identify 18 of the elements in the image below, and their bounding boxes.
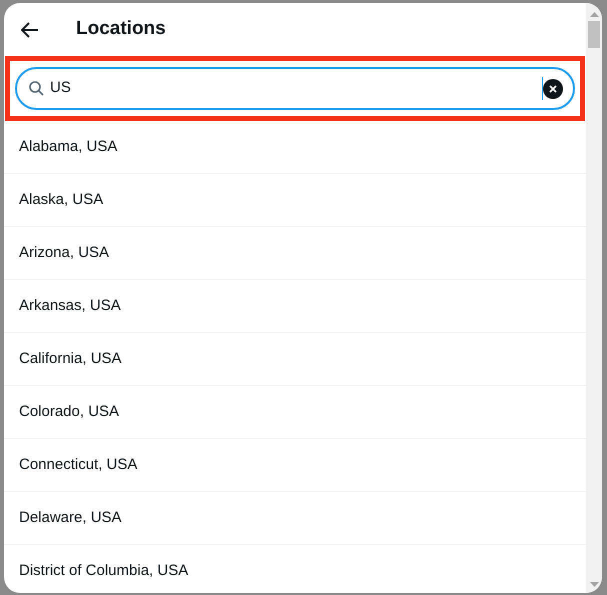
scroll-down-icon[interactable] xyxy=(590,582,598,587)
location-item[interactable]: Alabama, USA xyxy=(4,121,586,174)
scrollbar-thumb[interactable] xyxy=(588,21,600,48)
search-field[interactable]: US xyxy=(15,67,575,110)
location-item[interactable]: Connecticut, USA xyxy=(4,439,586,492)
search-icon xyxy=(29,81,44,96)
location-item[interactable]: Colorado, USA xyxy=(4,386,586,439)
back-arrow-icon xyxy=(21,22,39,38)
location-item[interactable]: California, USA xyxy=(4,333,586,386)
scrollbar[interactable] xyxy=(586,3,602,593)
scroll-up-icon[interactable] xyxy=(590,12,598,17)
location-item[interactable]: Arizona, USA xyxy=(4,227,586,280)
location-item[interactable]: Alaska, USA xyxy=(4,174,586,227)
clear-button[interactable] xyxy=(543,78,563,98)
close-icon xyxy=(549,84,557,92)
location-item[interactable]: Delaware, USA xyxy=(4,492,586,545)
location-item[interactable]: Arkansas, USA xyxy=(4,280,586,333)
dialog-title: Locations xyxy=(76,17,166,42)
